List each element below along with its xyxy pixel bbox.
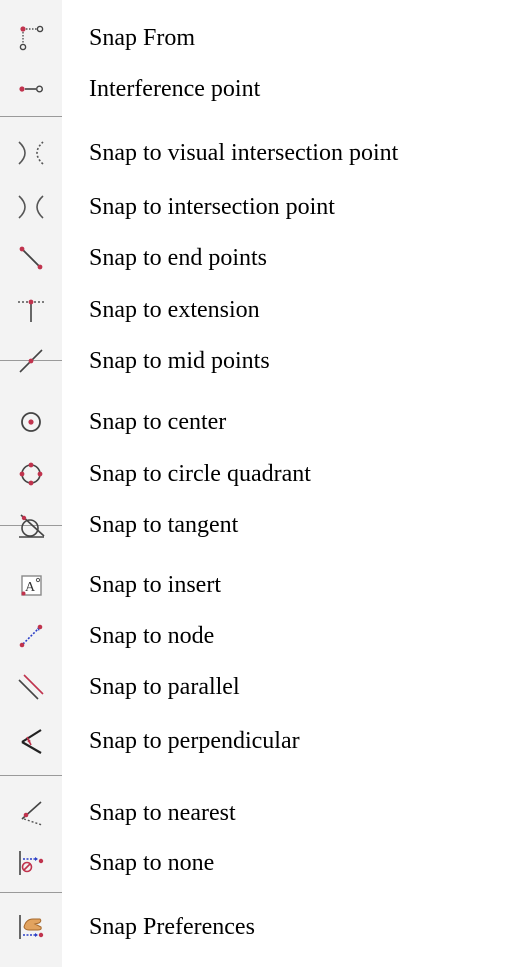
menu-item-label: Snap to extension — [89, 297, 260, 323]
extension-icon — [0, 281, 62, 339]
menu-item-label: Snap to end points — [89, 245, 267, 271]
menu-item-label: Snap to insert — [89, 572, 221, 598]
menu-item-snap-from[interactable]: Snap From — [0, 9, 507, 67]
menu-item-label: Snap to center — [89, 409, 227, 435]
tangent-icon — [0, 496, 62, 554]
menu-item-node[interactable]: Snap to node — [0, 607, 507, 665]
menu-item-perpendicular[interactable]: Snap to perpendicular — [0, 712, 507, 770]
menu-item-label: Snap to intersection point — [89, 194, 335, 220]
end-points-icon — [0, 229, 62, 287]
menu-item-insert[interactable]: A Snap to insert — [0, 556, 507, 614]
menu-item-label: Snap to node — [89, 623, 215, 649]
menu-item-label: Snap to none — [89, 850, 215, 876]
menu-item-snap-preferences[interactable]: Snap Preferences — [0, 898, 507, 956]
menu-item-center[interactable]: Snap to center — [0, 393, 507, 451]
node-icon — [0, 607, 62, 665]
menu-item-label: Snap to nearest — [89, 800, 236, 826]
separator — [0, 775, 62, 776]
menu-item-label: Snap to circle quadrant — [89, 461, 311, 487]
menu-item-parallel[interactable]: Snap to parallel — [0, 658, 507, 716]
perpendicular-icon — [0, 712, 62, 770]
center-icon — [0, 393, 62, 451]
menu-item-mid-points[interactable]: Snap to mid points — [0, 332, 507, 390]
menu-item-label: Interference point — [89, 76, 261, 102]
menu-item-snap-none[interactable]: Snap to none — [0, 834, 507, 892]
circle-quadrant-icon — [0, 445, 62, 503]
separator — [0, 892, 62, 893]
menu-item-intersection[interactable]: Snap to intersection point — [0, 178, 507, 236]
menu-item-label: Snap to tangent — [89, 512, 239, 538]
menu-item-label: Snap Preferences — [89, 914, 255, 940]
visual-intersection-icon — [0, 124, 62, 182]
intersection-icon — [0, 178, 62, 236]
snap-from-icon — [0, 9, 62, 67]
menu-item-extension[interactable]: Snap to extension — [0, 281, 507, 339]
menu-item-label: Snap to visual intersection point — [89, 140, 399, 166]
menu-item-label: Snap From — [89, 25, 196, 51]
svg-text:A: A — [25, 580, 36, 595]
insert-icon: A — [0, 556, 62, 614]
menu-item-label: Snap to mid points — [89, 348, 270, 374]
menu-item-label: Snap to perpendicular — [89, 728, 300, 754]
interference-point-icon — [0, 60, 62, 118]
menu-item-interference-point[interactable]: Interference point — [0, 60, 507, 118]
menu-item-tangent[interactable]: Snap to tangent — [0, 496, 507, 554]
mid-points-icon — [0, 332, 62, 390]
menu-item-label: Snap to parallel — [89, 674, 240, 700]
snap-none-icon — [0, 834, 62, 892]
menu-item-end-points[interactable]: Snap to end points — [0, 229, 507, 287]
snap-preferences-icon — [0, 898, 62, 956]
menu-item-visual-intersection[interactable]: Snap to visual intersection point — [0, 124, 507, 182]
parallel-icon — [0, 658, 62, 716]
menu-item-circle-quadrant[interactable]: Snap to circle quadrant — [0, 445, 507, 503]
